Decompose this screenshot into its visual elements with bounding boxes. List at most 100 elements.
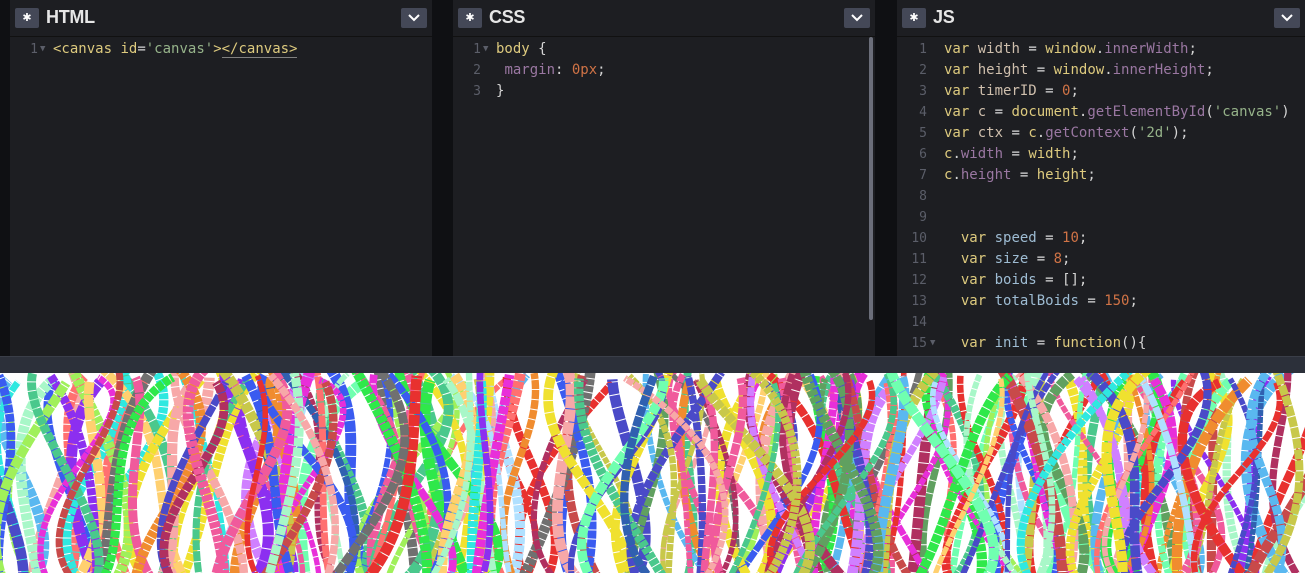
code-token: var — [944, 62, 970, 78]
code-token: = — [986, 104, 1012, 120]
code-line[interactable]: 5 var ctx = c.getContext('2d'); — [897, 123, 1305, 144]
code-line[interactable]: 8 — [897, 186, 1305, 207]
css-editor-pane: ✱ CSS 1 ▼ body {2 margin: 0px; 3} — [453, 0, 875, 356]
css-code-area[interactable]: 1 ▼ body {2 margin: 0px; 3} — [453, 39, 875, 102]
code-token: window — [1045, 41, 1096, 57]
code-token: width — [977, 41, 1020, 57]
code-token: getContext — [1045, 125, 1130, 141]
code-token: = — [1036, 272, 1063, 288]
code-text: var width = window.innerWidth; — [944, 39, 1197, 60]
code-line[interactable]: 4 var c = document.getElementById('canvas… — [897, 102, 1305, 123]
code-line[interactable]: 12 var boids = []; — [897, 270, 1305, 291]
code-line[interactable]: 13 var totalBoids = 150; — [897, 291, 1305, 312]
code-line[interactable]: 1 var width = window.innerWidth; — [897, 39, 1305, 60]
code-line[interactable]: 14 — [897, 312, 1305, 333]
code-line[interactable]: 10 var speed = 10; — [897, 228, 1305, 249]
code-line[interactable]: 15 ▼ var init = function(){ — [897, 333, 1305, 354]
line-number: 9 — [919, 210, 927, 225]
css-collapse-button[interactable] — [844, 8, 870, 28]
code-line[interactable]: 7 c.height = height; — [897, 165, 1305, 186]
code-token: ; — [1188, 41, 1197, 57]
code-token: '2d' — [1137, 125, 1172, 141]
line-number: 1 — [919, 42, 927, 57]
html-pane-header: ✱ HTML — [10, 0, 432, 37]
code-text: var size = 8; — [944, 249, 1071, 270]
code-token: </canvas> — [221, 41, 298, 58]
code-token: getElementById — [1087, 104, 1206, 120]
code-line[interactable]: 2 var height = window.innerHeight; — [897, 60, 1305, 81]
js-collapse-button[interactable] — [1274, 8, 1300, 28]
html-code-area[interactable]: 1 ▼ <canvas id='canvas'></canvas> — [10, 39, 432, 60]
code-line[interactable]: 1 ▼ body { — [453, 39, 875, 60]
fold-arrow-icon[interactable]: ▼ — [930, 333, 935, 354]
fold-arrow-icon[interactable]: ▼ — [483, 39, 488, 60]
js-code-area[interactable]: 1 var width = window.innerWidth; 2 var heig… — [897, 39, 1305, 354]
code-token: ); — [1171, 125, 1189, 141]
code-token: . — [1095, 41, 1105, 57]
code-line[interactable]: 9 — [897, 207, 1305, 228]
code-token: 10 — [1062, 230, 1079, 246]
line-number: 3 — [473, 84, 481, 99]
code-text: var ctx = c.getContext('2d'); — [944, 123, 1189, 144]
code-line[interactable]: 6 c.width = width; — [897, 144, 1305, 165]
code-token: width — [1028, 146, 1071, 162]
code-text: c.width = width; — [944, 144, 1079, 165]
html-settings-button[interactable]: ✱ — [15, 8, 39, 28]
code-line[interactable]: 3} — [453, 81, 875, 102]
js-settings-button[interactable]: ✱ — [902, 8, 926, 28]
code-token: height — [977, 62, 1029, 78]
css-pane-title: CSS — [489, 7, 526, 27]
code-line[interactable]: 1 ▼ <canvas id='canvas'></canvas> — [10, 39, 432, 60]
line-number: 7 — [919, 168, 927, 183]
html-collapse-button[interactable] — [401, 8, 427, 28]
code-token: . — [1036, 125, 1046, 141]
code-text: margin: 0px; — [496, 60, 606, 81]
code-token: = — [137, 41, 146, 57]
line-number: 5 — [919, 126, 927, 141]
code-text: var speed = 10; — [944, 228, 1087, 249]
code-token: <canvas — [53, 41, 113, 57]
code-line[interactable]: 11 var size = 8; — [897, 249, 1305, 270]
code-token: > — [213, 41, 222, 57]
code-token: c — [1028, 125, 1037, 141]
css-settings-button[interactable]: ✱ — [458, 8, 482, 28]
line-number: 11 — [911, 252, 927, 267]
result-preview[interactable] — [0, 373, 1305, 573]
code-token: innerHeight — [1112, 62, 1206, 78]
code-token: totalBoids — [994, 293, 1079, 309]
code-token: . — [952, 146, 961, 162]
boids-canvas[interactable] — [0, 373, 1305, 573]
code-token: 'canvas' — [145, 41, 214, 57]
code-token: = — [1028, 335, 1054, 351]
code-text: c.height = height; — [944, 165, 1096, 186]
code-token: margin — [504, 62, 556, 78]
code-token: body — [496, 41, 530, 57]
code-token: var — [944, 41, 970, 57]
chevron-down-icon — [408, 14, 420, 22]
code-token: ; — [597, 62, 606, 78]
css-scrollbar[interactable] — [869, 37, 873, 320]
code-token: timerID — [977, 83, 1037, 99]
fold-arrow-icon[interactable]: ▼ — [40, 39, 45, 60]
chevron-down-icon — [1281, 14, 1293, 22]
line-number: 12 — [911, 273, 927, 288]
line-number: 15 — [911, 336, 927, 351]
code-line[interactable]: 2 margin: 0px; — [453, 60, 875, 81]
code-token: 150 — [1104, 293, 1130, 309]
code-token: var — [960, 251, 987, 267]
code-text: <canvas id='canvas'></canvas> — [53, 39, 298, 60]
code-token: ctx — [977, 125, 1004, 141]
code-token: speed — [994, 230, 1037, 246]
line-number: 14 — [911, 315, 927, 330]
code-text: var boids = []; — [944, 270, 1087, 291]
code-token: var — [944, 104, 970, 120]
code-line[interactable]: 3 var timerID = 0; — [897, 81, 1305, 102]
code-text: var totalBoids = 150; — [944, 291, 1138, 312]
code-token: { — [529, 41, 547, 57]
